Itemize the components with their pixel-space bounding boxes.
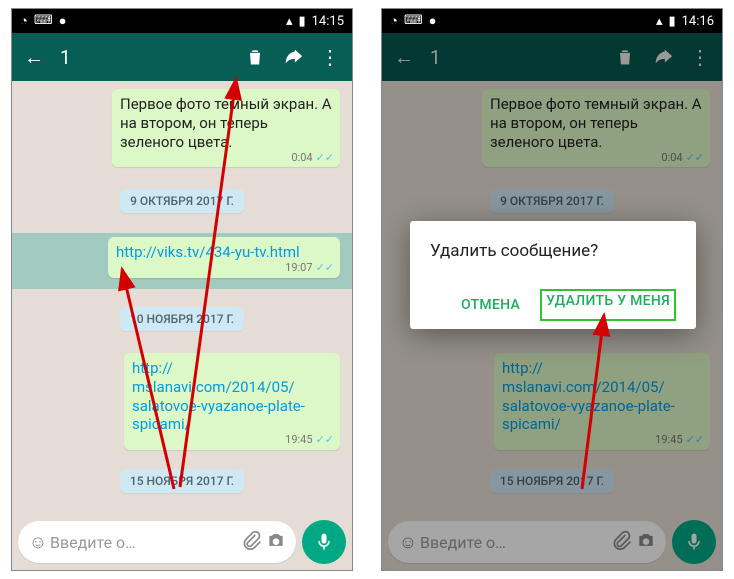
input-bar: ☺ Введите о… bbox=[382, 514, 722, 570]
date-chip: 9 ОКТЯБРЯ 2017 Г. bbox=[120, 189, 244, 213]
message-bubble[interactable]: http:// mslanavi.com/2014/05/ salatovoe-… bbox=[124, 353, 340, 450]
read-ticks-icon: ✓✓ bbox=[316, 433, 334, 447]
forward-icon[interactable] bbox=[282, 46, 304, 68]
message-link[interactable]: http:// mslanavi.com/2014/05/ salatovoe-… bbox=[132, 359, 305, 433]
dialog-title: Удалить сообщение? bbox=[430, 241, 676, 261]
message-time: 0:04✓✓ bbox=[661, 151, 704, 165]
date-chip: 15 НОЯБРЯ 2017 Г. bbox=[490, 469, 614, 493]
more-icon[interactable]: ⋮ bbox=[320, 45, 340, 69]
date-chip: 9 ОКТЯБРЯ 2017 Г. bbox=[490, 189, 614, 213]
date-chip: 10 НОЯБРЯ 2017 Г. bbox=[120, 307, 244, 331]
attach-icon bbox=[610, 530, 634, 555]
message-time: 0:04✓✓ bbox=[291, 151, 334, 165]
message-bubble: Первое фото темный экран. А на втором, о… bbox=[482, 89, 710, 167]
input-bar: ☺ Введите о… bbox=[12, 514, 352, 570]
message-time: 19:45✓✓ bbox=[285, 433, 334, 447]
app-icon-1: ◔ bbox=[390, 13, 398, 29]
cancel-button[interactable]: ОТМЕНА bbox=[455, 289, 526, 321]
keyboard-icon: ⌨ bbox=[404, 13, 423, 29]
clock-time: 14:15 bbox=[312, 14, 344, 29]
signal-icon: ▴ bbox=[656, 14, 663, 29]
camera-icon bbox=[634, 530, 658, 555]
message-link[interactable]: http://viks.tv/434-yu-tv.html bbox=[116, 243, 300, 261]
message-input-box[interactable]: ☺ Введите о… bbox=[18, 521, 296, 563]
selection-count: 1 bbox=[60, 46, 228, 69]
delete-dialog: Удалить сообщение? ОТМЕНА УДАЛИТЬ У МЕНЯ bbox=[410, 221, 696, 329]
signal-icon: ▴ bbox=[286, 14, 293, 29]
emoji-icon: ☺ bbox=[396, 532, 420, 553]
app-icon-2: ● bbox=[429, 13, 437, 29]
back-icon[interactable]: ← bbox=[24, 45, 44, 70]
mic-button[interactable] bbox=[302, 520, 346, 564]
camera-icon[interactable] bbox=[264, 530, 288, 555]
read-ticks-icon: ✓✓ bbox=[686, 433, 704, 447]
delete-icon[interactable] bbox=[244, 46, 266, 68]
selection-toolbar: ← 1 ⋮ bbox=[382, 33, 722, 81]
message-input-placeholder: Введите о… bbox=[50, 533, 240, 552]
message-time: 19:07✓✓ bbox=[285, 261, 334, 275]
chat-area: Первое фото темный экран. А на втором, о… bbox=[12, 81, 352, 516]
keyboard-icon: ⌨ bbox=[34, 13, 53, 29]
battery-icon: ▮ bbox=[668, 14, 675, 29]
attach-icon[interactable] bbox=[240, 530, 264, 555]
screenshot-left: ◔ ⌨ ● ▴ ▮ 14:15 ← 1 ⋮ Первое фото темный… bbox=[11, 8, 353, 571]
message-time: 19:45✓✓ bbox=[655, 433, 704, 447]
status-bar: ◔ ⌨ ● ▴ ▮ 14:15 bbox=[12, 9, 352, 33]
battery-icon: ▮ bbox=[298, 14, 305, 29]
delete-for-me-button[interactable]: УДАЛИТЬ У МЕНЯ bbox=[540, 289, 676, 321]
clock-time: 14:16 bbox=[682, 14, 714, 29]
status-bar: ◔ ⌨ ● ▴ ▮ 14:16 bbox=[382, 9, 722, 33]
screenshot-right: ◔ ⌨ ● ▴ ▮ 14:16 ← 1 ⋮ Первое фото темный… bbox=[381, 8, 723, 571]
selection-toolbar: ← 1 ⋮ bbox=[12, 33, 352, 81]
message-bubble-selected[interactable]: http://viks.tv/434-yu-tv.html 19:07✓✓ bbox=[108, 237, 340, 278]
app-icon-1: ◔ bbox=[20, 13, 28, 29]
message-bubble[interactable]: Первое фото темный экран. А на втором, о… bbox=[112, 89, 340, 167]
read-ticks-icon: ✓✓ bbox=[316, 151, 334, 165]
app-icon-2: ● bbox=[59, 13, 67, 29]
read-ticks-icon: ✓✓ bbox=[686, 151, 704, 165]
message-input-box: ☺ Введите о… bbox=[388, 521, 666, 563]
message-bubble: http:// mslanavi.com/2014/05/ salatovoe-… bbox=[494, 353, 710, 450]
message-text: Первое фото темный экран. А на втором, о… bbox=[120, 95, 332, 151]
mic-button bbox=[672, 520, 716, 564]
message-input-placeholder: Введите о… bbox=[420, 533, 610, 552]
read-ticks-icon: ✓✓ bbox=[316, 261, 334, 275]
message-text: Первое фото темный экран. А на втором, о… bbox=[490, 95, 702, 151]
emoji-icon[interactable]: ☺ bbox=[26, 532, 50, 553]
date-chip: 15 НОЯБРЯ 2017 Г. bbox=[120, 469, 244, 493]
message-link: http:// mslanavi.com/2014/05/ salatovoe-… bbox=[502, 359, 675, 433]
